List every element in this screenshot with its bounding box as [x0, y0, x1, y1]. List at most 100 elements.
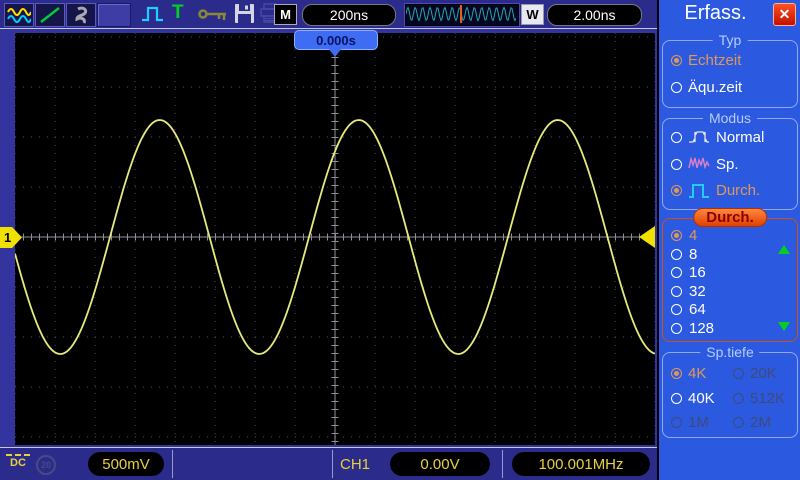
radio-20k: 20K — [733, 365, 797, 382]
trigger-t-icon: T — [172, 2, 184, 24]
radio-4k[interactable]: 4K — [671, 365, 733, 382]
scroll-down-icon[interactable] — [778, 322, 790, 331]
radio-icon — [671, 159, 682, 170]
close-icon: ✕ — [779, 6, 791, 23]
key-icon — [198, 7, 230, 21]
radio-icon — [671, 286, 682, 297]
peak-detect-icon — [688, 156, 710, 172]
radio-icon — [671, 417, 682, 428]
volts-per-div-readout: 500mV — [88, 452, 164, 476]
average-pulse-icon — [688, 183, 710, 199]
radio-label: Äqu.zeit — [688, 79, 742, 96]
time-offset-tab[interactable]: 0.000s — [294, 30, 378, 50]
dc-dash — [6, 454, 30, 456]
group-durch: Durch. 4 8 16 32 — [662, 218, 798, 342]
group-typ: Typ Echtzeit Äqu.zeit — [662, 40, 798, 108]
radio-aequzeit[interactable]: Äqu.zeit — [671, 79, 797, 96]
radio-40k[interactable]: 40K — [671, 390, 733, 407]
radio-echtzeit[interactable]: Echtzeit — [671, 52, 797, 69]
radio-label: 8 — [689, 246, 697, 263]
main-timebase-label: M — [274, 4, 297, 25]
group-modus: Modus Normal Sp. — [662, 118, 798, 210]
radio-durch[interactable]: Durch. — [671, 182, 797, 199]
radio-avg-64[interactable]: 64 — [671, 301, 797, 318]
radio-label: Sp. — [716, 156, 739, 173]
radio-label: 2M — [750, 414, 771, 431]
radio-icon — [671, 132, 682, 143]
radio-label: 20K — [750, 365, 777, 382]
radio-icon — [733, 417, 744, 428]
radio-label: Durch. — [716, 182, 760, 199]
graticule — [15, 33, 655, 445]
radio-label: 4K — [688, 365, 706, 382]
group-typ-legend: Typ — [713, 32, 748, 48]
radio-label: 4 — [689, 227, 697, 244]
frequency-counter-readout: 100.001MHz — [512, 452, 650, 476]
divider — [172, 450, 173, 478]
group-sptiefe-legend: Sp.tiefe — [700, 344, 759, 360]
trigger-level-readout: 0.00V — [390, 452, 490, 476]
radio-icon — [671, 368, 682, 379]
normal-pulse-icon — [688, 129, 710, 145]
hand-icon — [69, 6, 93, 24]
radio-icon — [671, 393, 682, 404]
top-status-bar: T M — [0, 0, 657, 29]
main-timebase-readout: 200ns — [302, 4, 396, 26]
radio-label: 64 — [689, 301, 706, 318]
divider — [332, 450, 333, 478]
radio-normal[interactable]: Normal — [671, 129, 797, 146]
blank-button[interactable] — [97, 3, 131, 27]
bandwidth-20-icon: 20 — [36, 455, 56, 475]
menu-header: Erfass. ✕ — [659, 0, 800, 30]
display-frame — [0, 29, 657, 447]
radio-sp[interactable]: Sp. — [671, 156, 797, 173]
radio-label: Normal — [716, 129, 764, 146]
divider — [502, 450, 503, 478]
radio-1m: 1M — [671, 414, 733, 431]
radio-label: 1M — [688, 414, 709, 431]
floppy-icon — [234, 3, 255, 24]
radio-avg-32[interactable]: 32 — [671, 283, 797, 300]
radio-icon — [671, 82, 682, 93]
window-timebase-readout: 2.00ns — [547, 4, 642, 26]
radio-icon — [671, 304, 682, 315]
pulse-icon — [140, 3, 167, 24]
radio-label: 512K — [750, 390, 785, 407]
radio-label: 40K — [688, 390, 715, 407]
channel-waves-button[interactable] — [4, 3, 34, 27]
oscilloscope-screen: T M — [0, 0, 800, 480]
group-sptiefe: Sp.tiefe 4K 20K 40K 512K — [662, 352, 798, 438]
group-durch-title: Durch. — [693, 208, 767, 227]
radio-label: 128 — [689, 320, 714, 337]
trigger-source-label: CH1 — [340, 456, 370, 473]
radio-label: Echtzeit — [688, 52, 741, 69]
save-button[interactable] — [234, 3, 255, 24]
record-preview[interactable] — [405, 4, 519, 26]
radio-icon — [671, 267, 682, 278]
time-offset-pointer — [328, 48, 342, 57]
slope-line-button[interactable] — [35, 3, 65, 27]
green-line-icon — [38, 6, 62, 24]
radio-512k: 512K — [733, 390, 797, 407]
radio-2m: 2M — [733, 414, 797, 431]
radio-label: 32 — [689, 283, 706, 300]
dc-coupling-icon: DC — [6, 454, 30, 470]
bottom-status-bar: DC 20 500mV CH1 0.00V 100.001MHz — [0, 447, 657, 480]
radio-icon — [671, 55, 682, 66]
radio-avg-4[interactable]: 4 — [671, 227, 797, 244]
waves-icon — [7, 6, 31, 24]
acquire-menu: Erfass. ✕ Typ Echtzeit Äqu.zeit Modus — [657, 0, 800, 480]
radio-label: 16 — [689, 264, 706, 281]
radio-icon — [671, 249, 682, 260]
radio-icon — [733, 368, 744, 379]
radio-icon — [671, 230, 682, 241]
radio-avg-16[interactable]: 16 — [671, 264, 797, 281]
group-modus-legend: Modus — [703, 110, 757, 126]
hand-button[interactable] — [66, 3, 96, 27]
window-timebase-label: W — [521, 4, 544, 25]
dc-label: DC — [6, 457, 30, 470]
scroll-up-icon[interactable] — [778, 245, 790, 254]
menu-title: Erfass. — [659, 2, 772, 25]
close-button[interactable]: ✕ — [773, 3, 796, 26]
radio-icon — [671, 323, 682, 334]
